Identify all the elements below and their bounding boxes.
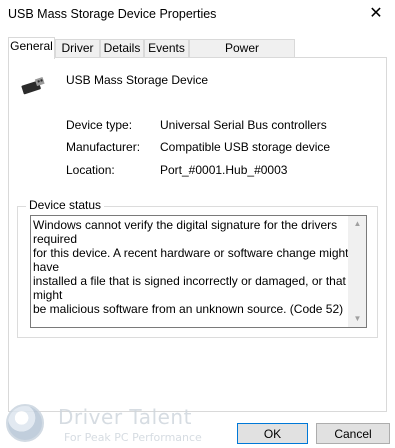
- usb-device-icon: [21, 76, 45, 95]
- tab-details[interactable]: Details: [100, 39, 144, 57]
- status-line: Windows cannot verify the digital signat…: [33, 218, 338, 246]
- watermark-tagline: For Peak PC Performance: [64, 431, 202, 444]
- device-type-label: Device type:: [66, 118, 133, 132]
- driver-talent-logo-icon: [6, 404, 44, 442]
- close-icon[interactable]: ✕: [363, 3, 389, 27]
- status-line: installed a file that is signed incorrec…: [33, 274, 346, 302]
- tab-driver[interactable]: Driver: [55, 39, 100, 57]
- ok-button[interactable]: OK: [237, 423, 308, 444]
- device-status-title: Device status: [26, 198, 105, 212]
- driver-talent-watermark: Driver Talent For Peak PC Performance: [6, 404, 206, 448]
- tab-events[interactable]: Events: [144, 39, 189, 57]
- tab-power-management[interactable]: Power Management: [189, 39, 295, 72]
- status-line: for this device. A recent hardware or so…: [33, 246, 349, 274]
- watermark-name: Driver Talent: [58, 405, 192, 429]
- tab-general[interactable]: General: [8, 37, 55, 59]
- device-type-value: Universal Serial Bus controllers: [160, 118, 327, 132]
- cancel-button[interactable]: Cancel: [316, 423, 390, 444]
- vertical-scrollbar[interactable]: ▲ ▼: [348, 216, 366, 327]
- location-value: Port_#0001.Hub_#0003: [160, 163, 288, 177]
- manufacturer-value: Compatible USB storage device: [160, 140, 331, 154]
- scroll-down-icon[interactable]: ▼: [349, 311, 366, 327]
- location-label: Location:: [66, 163, 115, 177]
- status-line: be malicious software from an unknown so…: [33, 302, 344, 316]
- device-status-textbox[interactable]: Windows cannot verify the digital signat…: [30, 215, 367, 328]
- device-name: USB Mass Storage Device: [66, 73, 209, 87]
- window-title: USB Mass Storage Device Properties: [8, 7, 217, 21]
- device-status-text: Windows cannot verify the digital signat…: [33, 218, 349, 316]
- tab-strip: General Driver Details Events Power Mana…: [8, 37, 388, 72]
- scroll-up-icon[interactable]: ▲: [349, 216, 366, 232]
- manufacturer-label: Manufacturer:: [66, 140, 141, 154]
- title-bar: USB Mass Storage Device Properties ✕: [0, 0, 395, 30]
